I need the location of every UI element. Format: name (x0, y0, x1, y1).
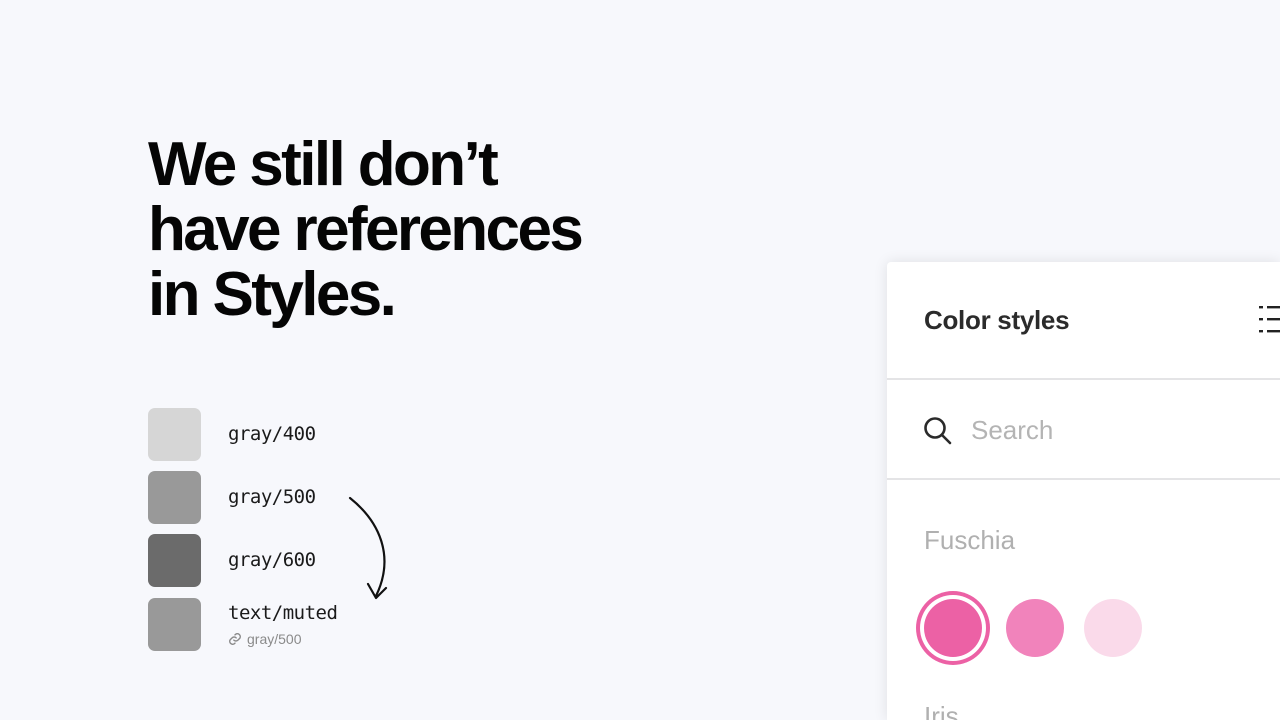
color-dot-fuschia-1[interactable] (924, 599, 982, 657)
list-view-icon[interactable] (1259, 306, 1280, 334)
swatch-label-text-muted: text/muted (228, 602, 338, 624)
swatch-gray-400 (148, 408, 201, 461)
swatch-gray-500 (148, 471, 201, 524)
search-input[interactable] (971, 410, 1261, 450)
swatch-text-muted (148, 598, 201, 651)
swatch-label-gray-400: gray/400 (228, 423, 316, 445)
panel-header: Color styles (887, 262, 1280, 380)
color-dot-fuschia-2[interactable] (1006, 599, 1064, 657)
panel-title: Color styles (924, 305, 1070, 335)
swatch-reference: gray/500 (228, 631, 301, 647)
color-styles-panel: Color styles Fuschia Iris (887, 262, 1280, 720)
link-icon (229, 633, 241, 645)
headline: We still don’t have references in Styles… (148, 132, 668, 327)
search-row (887, 380, 1280, 480)
headline-line-2: have references (148, 195, 584, 264)
headline-line-1: We still don’t (148, 130, 499, 199)
color-dot-fuschia-3[interactable] (1084, 599, 1142, 657)
swatch-gray-600 (148, 534, 201, 587)
curved-arrow-icon (348, 496, 388, 600)
headline-line-3: in Styles. (148, 260, 397, 329)
search-icon (924, 417, 952, 445)
swatch-label-gray-600: gray/600 (228, 549, 316, 571)
swatch-label-gray-500: gray/500 (228, 486, 316, 508)
group-label-fuschia: Fuschia (924, 525, 1016, 555)
group-label-iris: Iris (924, 701, 959, 720)
swatch-reference-label: gray/500 (247, 631, 302, 647)
